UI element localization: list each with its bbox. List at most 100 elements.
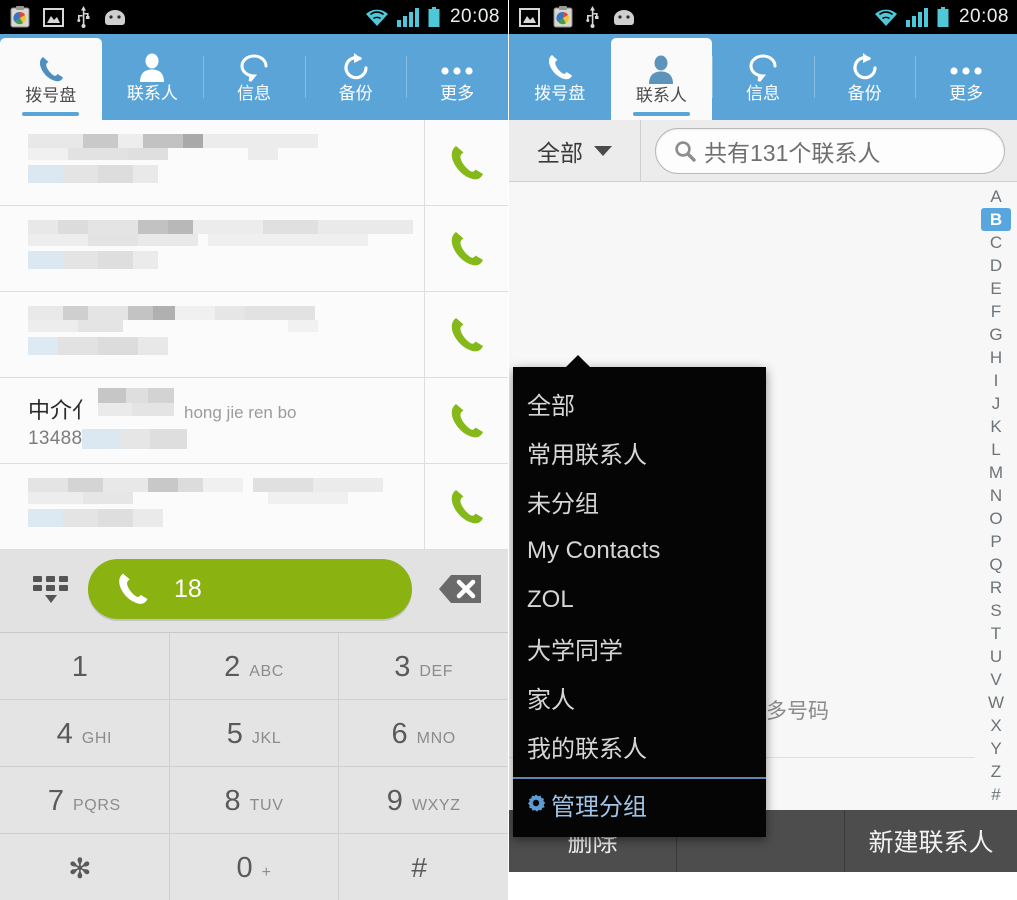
index-letter-l[interactable]: L	[981, 438, 1011, 461]
index-letter-z[interactable]: Z	[981, 760, 1011, 783]
status-bar: 20:08	[509, 0, 1017, 34]
status-bar-left-icons	[519, 6, 636, 28]
key-digit: 6	[391, 718, 408, 750]
tab-more-label: 更多	[949, 84, 984, 103]
key-digit: 4	[56, 718, 73, 750]
left-tab-bar: 拨号盘 联系人 信息 备份 更多	[0, 34, 508, 120]
key-0[interactable]: 0 +	[169, 834, 340, 900]
call-log-row[interactable]	[0, 464, 508, 550]
index-letter-c[interactable]: C	[981, 231, 1011, 254]
person-icon	[138, 50, 166, 82]
index-letter-g[interactable]: G	[981, 323, 1011, 346]
call-button[interactable]	[424, 120, 508, 205]
index-letter-y[interactable]: Y	[981, 737, 1011, 760]
usb-icon	[586, 6, 599, 28]
group-filter-button[interactable]: 全部	[509, 119, 641, 182]
key-digit: 0	[236, 852, 253, 884]
status-bar-clock: 20:08	[449, 6, 500, 27]
menu-item-ungrouped[interactable]: 未分组	[513, 477, 766, 526]
key-1[interactable]: 1	[0, 633, 170, 700]
tab-contacts[interactable]: 联系人	[610, 38, 713, 120]
call-log-number-line: 13488	[28, 422, 424, 450]
index-letter-w[interactable]: W	[981, 691, 1011, 714]
tab-more[interactable]: 更多	[406, 34, 508, 120]
keypad-collapse-icon[interactable]	[14, 574, 88, 604]
menu-item-zol[interactable]: ZOL	[513, 575, 766, 624]
menu-item-my-contacts-cn[interactable]: 我的联系人	[513, 722, 766, 771]
index-letter-s[interactable]: S	[981, 599, 1011, 622]
index-letter-n[interactable]: N	[981, 484, 1011, 507]
dialed-digits: 18	[174, 574, 202, 603]
index-letter-hash[interactable]: #	[981, 783, 1011, 806]
menu-item-frequent[interactable]: 常用联系人	[513, 428, 766, 477]
key-digit: 5	[226, 718, 243, 750]
index-letter-h[interactable]: H	[981, 346, 1011, 369]
tab-messages[interactable]: 信息	[712, 34, 814, 120]
index-letter-a[interactable]: A	[981, 185, 1011, 208]
menu-item-manage-groups[interactable]: 管理分组	[513, 779, 766, 829]
key-hash[interactable]: #	[339, 834, 508, 900]
key-star[interactable]: ✻	[0, 834, 170, 900]
key-6[interactable]: 6 MNO	[339, 700, 508, 767]
person-icon	[647, 52, 675, 84]
call-log-entry-info	[0, 206, 424, 291]
tab-more[interactable]: 更多	[915, 34, 1017, 120]
key-4[interactable]: 4 GHI	[0, 700, 170, 767]
backspace-icon[interactable]	[412, 569, 494, 609]
call-log-list[interactable]: 中介亻 hong jie ren bo 13488	[0, 120, 508, 550]
menu-item-university-classmates[interactable]: 大学同学	[513, 624, 766, 673]
key-5[interactable]: 5 JKL	[169, 700, 340, 767]
tab-contacts[interactable]: 联系人	[102, 34, 204, 120]
index-letter-b[interactable]: B	[981, 208, 1011, 231]
key-3[interactable]: 3 DEF	[339, 633, 508, 700]
menu-item-family[interactable]: 家人	[513, 673, 766, 722]
index-letter-r[interactable]: R	[981, 576, 1011, 599]
index-letter-o[interactable]: O	[981, 507, 1011, 530]
index-letter-u[interactable]: U	[981, 645, 1011, 668]
call-icon	[451, 317, 483, 351]
dial-call-button[interactable]: 18	[88, 559, 412, 619]
tab-dialpad[interactable]: 拨号盘	[509, 34, 611, 120]
group-dropdown-menu[interactable]: 全部 常用联系人 未分组 My Contacts ZOL 大学同学 家人 我的联…	[513, 355, 766, 837]
index-letter-k[interactable]: K	[981, 415, 1011, 438]
tab-backup[interactable]: 备份	[813, 34, 916, 120]
index-letter-x[interactable]: X	[981, 714, 1011, 737]
call-button[interactable]	[424, 292, 508, 377]
tab-messages[interactable]: 信息	[203, 34, 305, 120]
index-letter-d[interactable]: D	[981, 254, 1011, 277]
index-letter-p[interactable]: P	[981, 530, 1011, 553]
index-letter-i[interactable]: I	[981, 369, 1011, 392]
index-letter-v[interactable]: V	[981, 668, 1011, 691]
key-7[interactable]: 7 PQRS	[0, 767, 170, 834]
more-icon	[948, 50, 984, 82]
usb-icon	[77, 6, 90, 28]
call-button[interactable]	[424, 464, 508, 549]
call-log-row[interactable]	[0, 292, 508, 378]
tab-backup[interactable]: 备份	[304, 34, 407, 120]
call-log-row[interactable]	[0, 206, 508, 292]
call-log-row[interactable]: 中介亻 hong jie ren bo 13488	[0, 378, 508, 464]
key-9[interactable]: 9 WXYZ	[339, 767, 508, 834]
dial-keypad[interactable]: 1 2 ABC 3 DEF 4 GHI 5 JKL 6 MNO 7 PQRS 8…	[0, 633, 508, 900]
index-letter-j[interactable]: J	[981, 392, 1011, 415]
call-log-entry-info	[0, 464, 424, 549]
index-letter-t[interactable]: T	[981, 622, 1011, 645]
search-input[interactable]: 共有131个联系人	[655, 127, 1005, 174]
call-log-row[interactable]	[0, 120, 508, 206]
new-contact-button[interactable]: 新建联系人	[845, 810, 1017, 872]
alphabet-index[interactable]: A B C D E F G H I J K L M N O P Q R S T	[975, 182, 1017, 872]
wifi-icon	[874, 9, 897, 26]
key-2[interactable]: 2 ABC	[169, 633, 340, 700]
call-button[interactable]	[424, 206, 508, 291]
tab-backup-label: 备份	[847, 84, 882, 103]
menu-item-all[interactable]: 全部	[513, 379, 766, 428]
index-letter-m[interactable]: M	[981, 461, 1011, 484]
tab-dialpad[interactable]: 拨号盘	[0, 38, 102, 120]
index-letter-q[interactable]: Q	[981, 553, 1011, 576]
keypad-row: 4 GHI 5 JKL 6 MNO	[0, 700, 508, 767]
index-letter-f[interactable]: F	[981, 300, 1011, 323]
call-button[interactable]	[424, 378, 508, 463]
menu-item-my-contacts[interactable]: My Contacts	[513, 526, 766, 575]
index-letter-e[interactable]: E	[981, 277, 1011, 300]
key-8[interactable]: 8 TUV	[169, 767, 340, 834]
